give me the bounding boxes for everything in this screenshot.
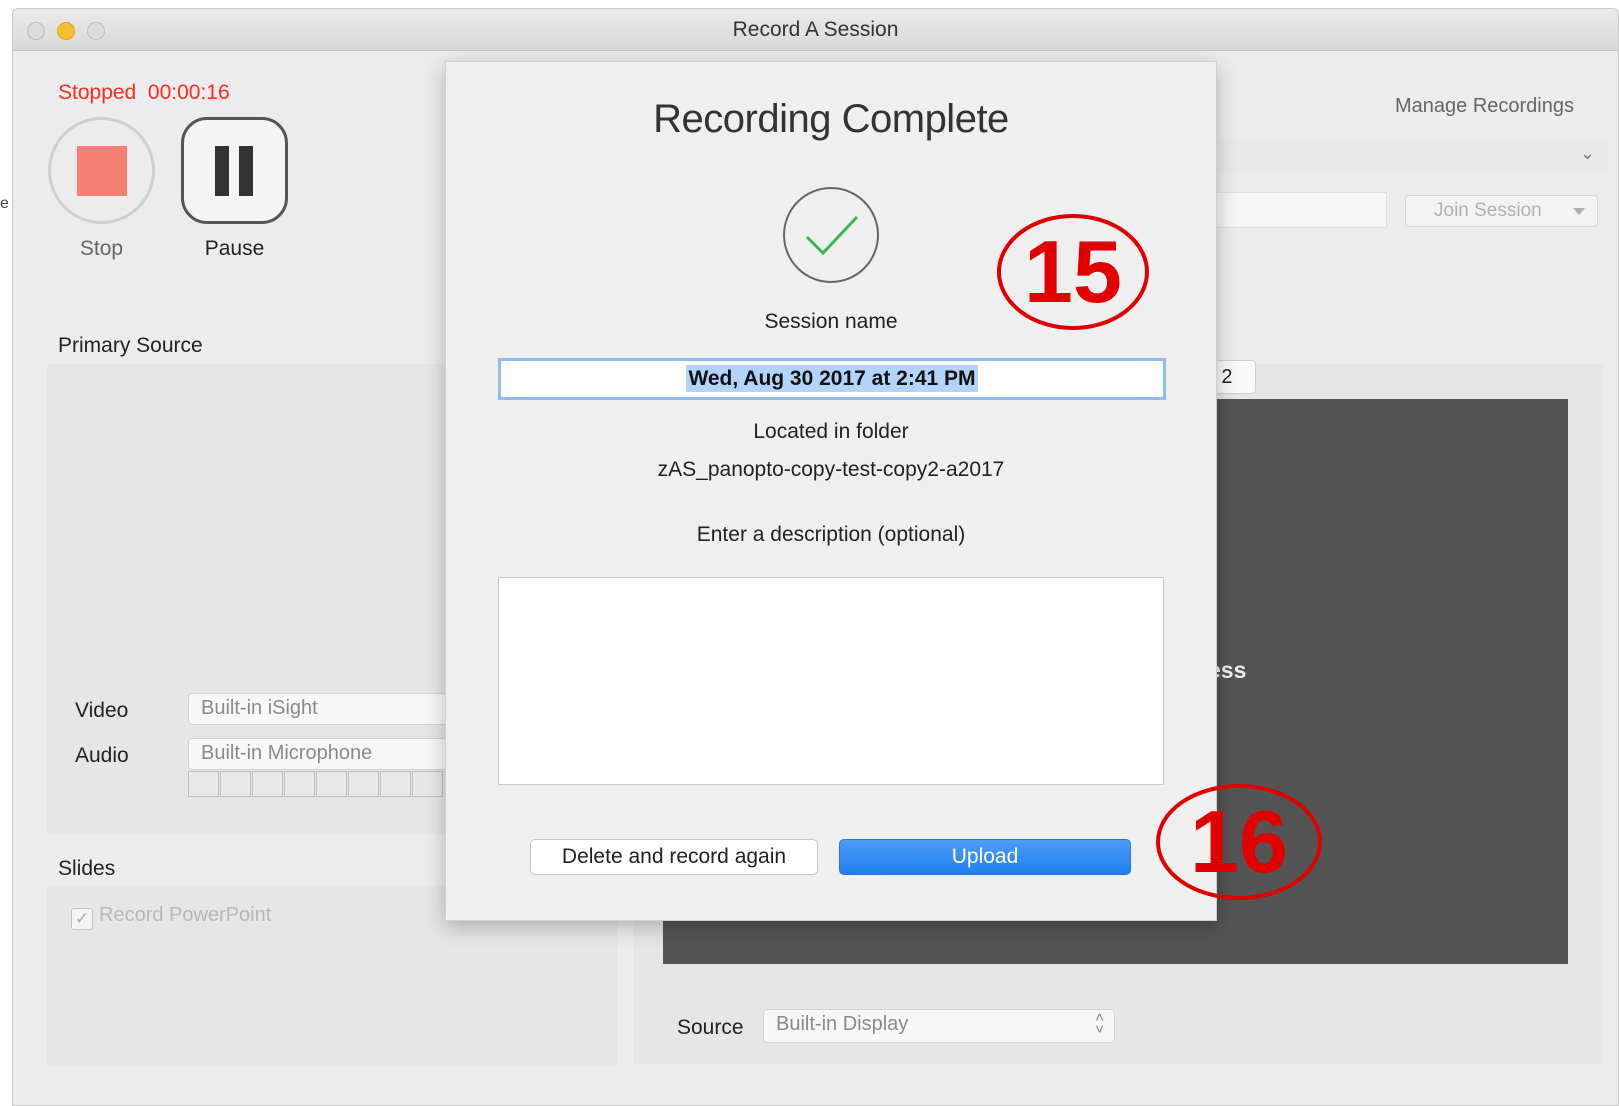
manage-recordings-link[interactable]: Manage Recordings: [1395, 95, 1574, 118]
stop-label: Stop: [79, 237, 124, 260]
source-select[interactable]: Built-in Display ˄ ˅: [763, 1009, 1115, 1043]
title-bar: Record A Session: [13, 9, 1618, 51]
record-session-window: Record A Session Stopped 00:00:16 Stop P…: [12, 8, 1619, 1106]
audio-level-meter: [188, 771, 444, 797]
video-label: Video: [75, 699, 129, 722]
description-textarea[interactable]: [498, 577, 1164, 785]
pause-label: Pause: [204, 237, 265, 260]
recording-status: Stopped 00:00:16: [58, 81, 230, 105]
status-time: 00:00:16: [147, 81, 230, 104]
folder-value: zAS_panopto-copy-test-copy2-a2017: [657, 458, 1005, 481]
folder-label: Located in folder: [753, 420, 909, 443]
session-text-field[interactable]: [1203, 192, 1387, 228]
audio-label: Audio: [75, 744, 129, 767]
status-state: Stopped: [58, 81, 137, 104]
dialog-title: Recording Complete: [653, 97, 1009, 141]
left-edge-fragment: e: [0, 195, 9, 212]
record-powerpoint-option[interactable]: ✓ Record PowerPoint: [71, 904, 271, 930]
folder-select[interactable]: ⌄: [1203, 139, 1607, 173]
session-name-value: Wed, Aug 30 2017 at 2:41 PM: [686, 365, 978, 392]
source-label: Source: [677, 1016, 744, 1039]
checkmark-icon: [783, 187, 879, 283]
annotation-15: 15: [993, 210, 1153, 340]
annotation-16: 16: [1152, 780, 1327, 910]
join-session-label: Join Session: [1434, 200, 1542, 221]
updown-arrows-icon: ˄ ˅: [1095, 1009, 1104, 1038]
pause-button[interactable]: [181, 117, 288, 224]
chevron-down-icon: ⌄: [1579, 143, 1595, 163]
upload-button[interactable]: Upload: [839, 839, 1131, 875]
record-powerpoint-checkbox[interactable]: ✓: [71, 908, 93, 930]
stop-icon: [77, 146, 127, 196]
dropdown-arrow-icon: [1573, 208, 1585, 215]
session-name-input[interactable]: Wed, Aug 30 2017 at 2:41 PM: [498, 358, 1166, 400]
description-label: Enter a description (optional): [696, 523, 966, 546]
join-session-button[interactable]: Join Session: [1405, 195, 1598, 227]
record-powerpoint-label: Record PowerPoint: [99, 904, 272, 926]
source-select-value: Built-in Display: [776, 1013, 909, 1035]
window-title: Record A Session: [732, 18, 899, 41]
audio-select[interactable]: Built-in Microphone: [188, 738, 448, 770]
stop-button[interactable]: [48, 117, 155, 224]
delete-and-record-again-button[interactable]: Delete and record again: [530, 839, 818, 875]
slides-heading: Slides: [58, 857, 116, 880]
recording-complete-dialog: Recording Complete Session name Wed, Aug…: [445, 61, 1217, 921]
annotation-15-number: 15: [1024, 222, 1122, 321]
video-select[interactable]: Built-in iSight: [188, 693, 448, 725]
annotation-16-number: 16: [1190, 792, 1288, 891]
primary-source-heading: Primary Source: [58, 334, 203, 357]
